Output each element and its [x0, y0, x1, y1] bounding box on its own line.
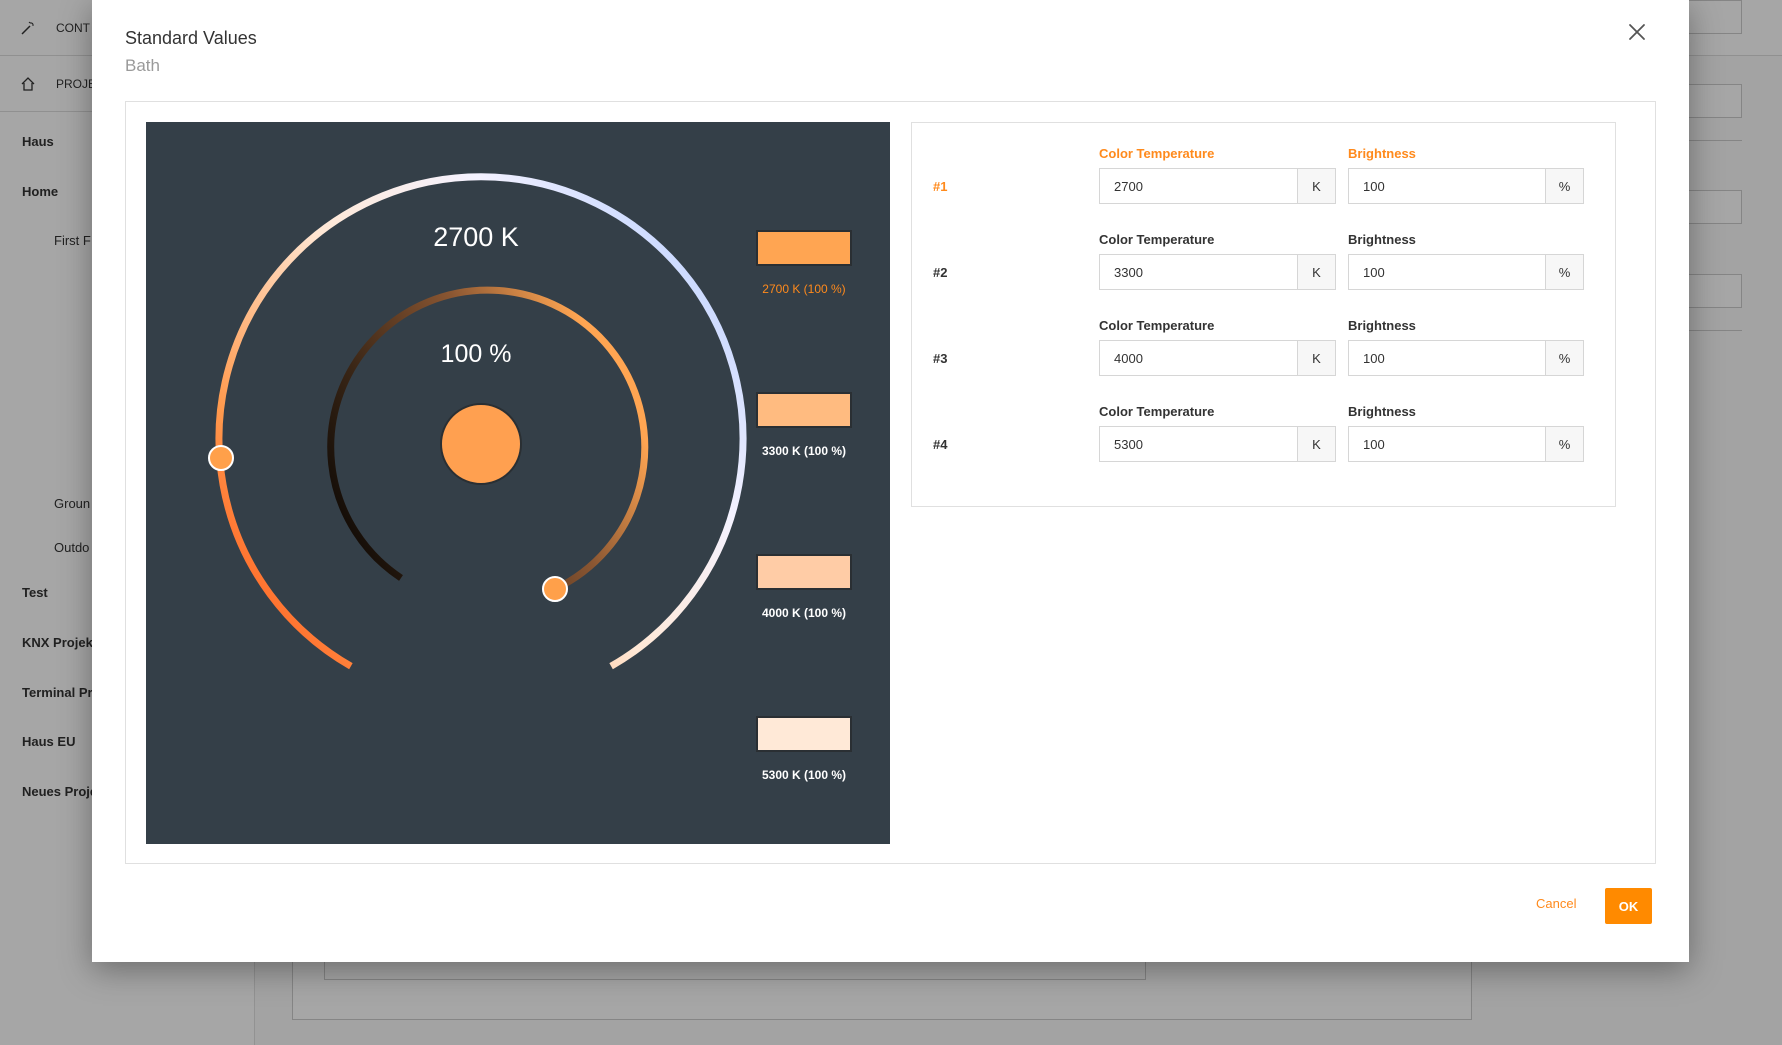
color-picker: 2700 K 100 % 2700 K (100 %) 3300 K (100 … [146, 122, 890, 844]
color-temperature-field-3: K [1099, 340, 1336, 376]
brightness-label-4: Brightness [1348, 404, 1416, 419]
dialog-subtitle: Bath [125, 56, 160, 75]
ok-button[interactable]: OK [1605, 888, 1652, 924]
color-temperature-input-4[interactable] [1100, 427, 1297, 461]
close-icon[interactable] [1625, 20, 1649, 44]
color-temperature-field-4: K [1099, 426, 1336, 462]
cancel-button[interactable]: Cancel [1536, 896, 1576, 911]
brightness-input-2[interactable] [1349, 255, 1545, 289]
brightness-label-2: Brightness [1348, 232, 1416, 247]
kelvin-unit-1: K [1297, 169, 1335, 203]
brightness-handle[interactable] [542, 576, 568, 602]
brightness-field-2: % [1348, 254, 1584, 290]
preset-swatch-1[interactable] [756, 230, 852, 266]
color-temperature-field-1: K [1099, 168, 1336, 204]
percent-unit-3: % [1545, 341, 1583, 375]
brightness-readout: 100 % [440, 340, 512, 368]
standard-values-form: #1 Color Temperature Brightness K % #2 C… [911, 122, 1616, 507]
brightness-input-4[interactable] [1349, 427, 1545, 461]
preset-label-1: 2700 K (100 %) [762, 282, 846, 296]
brightness-field-1: % [1348, 168, 1584, 204]
color-temperature-input-2[interactable] [1100, 255, 1297, 289]
row-number-1: #1 [933, 179, 948, 194]
preset-label-3: 4000 K (100 %) [761, 606, 847, 620]
standard-values-dialog: Standard Values Bath 2700 K 100 % 2700 K… [92, 0, 1689, 962]
color-temperature-label-4: Color Temperature [1099, 404, 1215, 419]
brightness-label-1: Brightness [1348, 146, 1416, 161]
percent-unit-2: % [1545, 255, 1583, 289]
brightness-field-3: % [1348, 340, 1584, 376]
brightness-input-3[interactable] [1349, 341, 1545, 375]
color-temperature-label-1: Color Temperature [1099, 146, 1215, 161]
preset-swatch-3[interactable] [756, 554, 852, 590]
brightness-field-4: % [1348, 426, 1584, 462]
temperature-handle[interactable] [208, 445, 234, 471]
kelvin-unit-3: K [1297, 341, 1335, 375]
preset-label-4: 5300 K (100 %) [761, 768, 847, 782]
color-temperature-label-3: Color Temperature [1099, 318, 1215, 333]
kelvin-unit-4: K [1297, 427, 1335, 461]
content-frame: 2700 K 100 % 2700 K (100 %) 3300 K (100 … [125, 101, 1656, 864]
color-temperature-input-3[interactable] [1100, 341, 1297, 375]
dialog-title: Standard Values [125, 28, 257, 48]
color-temperature-input-1[interactable] [1100, 169, 1297, 203]
brightness-input-1[interactable] [1349, 169, 1545, 203]
brightness-label-3: Brightness [1348, 318, 1416, 333]
percent-unit-1: % [1545, 169, 1583, 203]
kelvin-unit-2: K [1297, 255, 1335, 289]
row-number-2: #2 [933, 265, 948, 280]
kelvin-readout: 2700 K [433, 222, 519, 252]
percent-unit-4: % [1545, 427, 1583, 461]
color-preview-swatch [440, 403, 522, 485]
color-temperature-field-2: K [1099, 254, 1336, 290]
preset-swatch-4[interactable] [756, 716, 852, 752]
row-number-4: #4 [933, 437, 948, 452]
row-number-3: #3 [933, 351, 948, 366]
color-temperature-label-2: Color Temperature [1099, 232, 1215, 247]
preset-swatch-2[interactable] [756, 392, 852, 428]
preset-label-2: 3300 K (100 %) [761, 444, 847, 458]
